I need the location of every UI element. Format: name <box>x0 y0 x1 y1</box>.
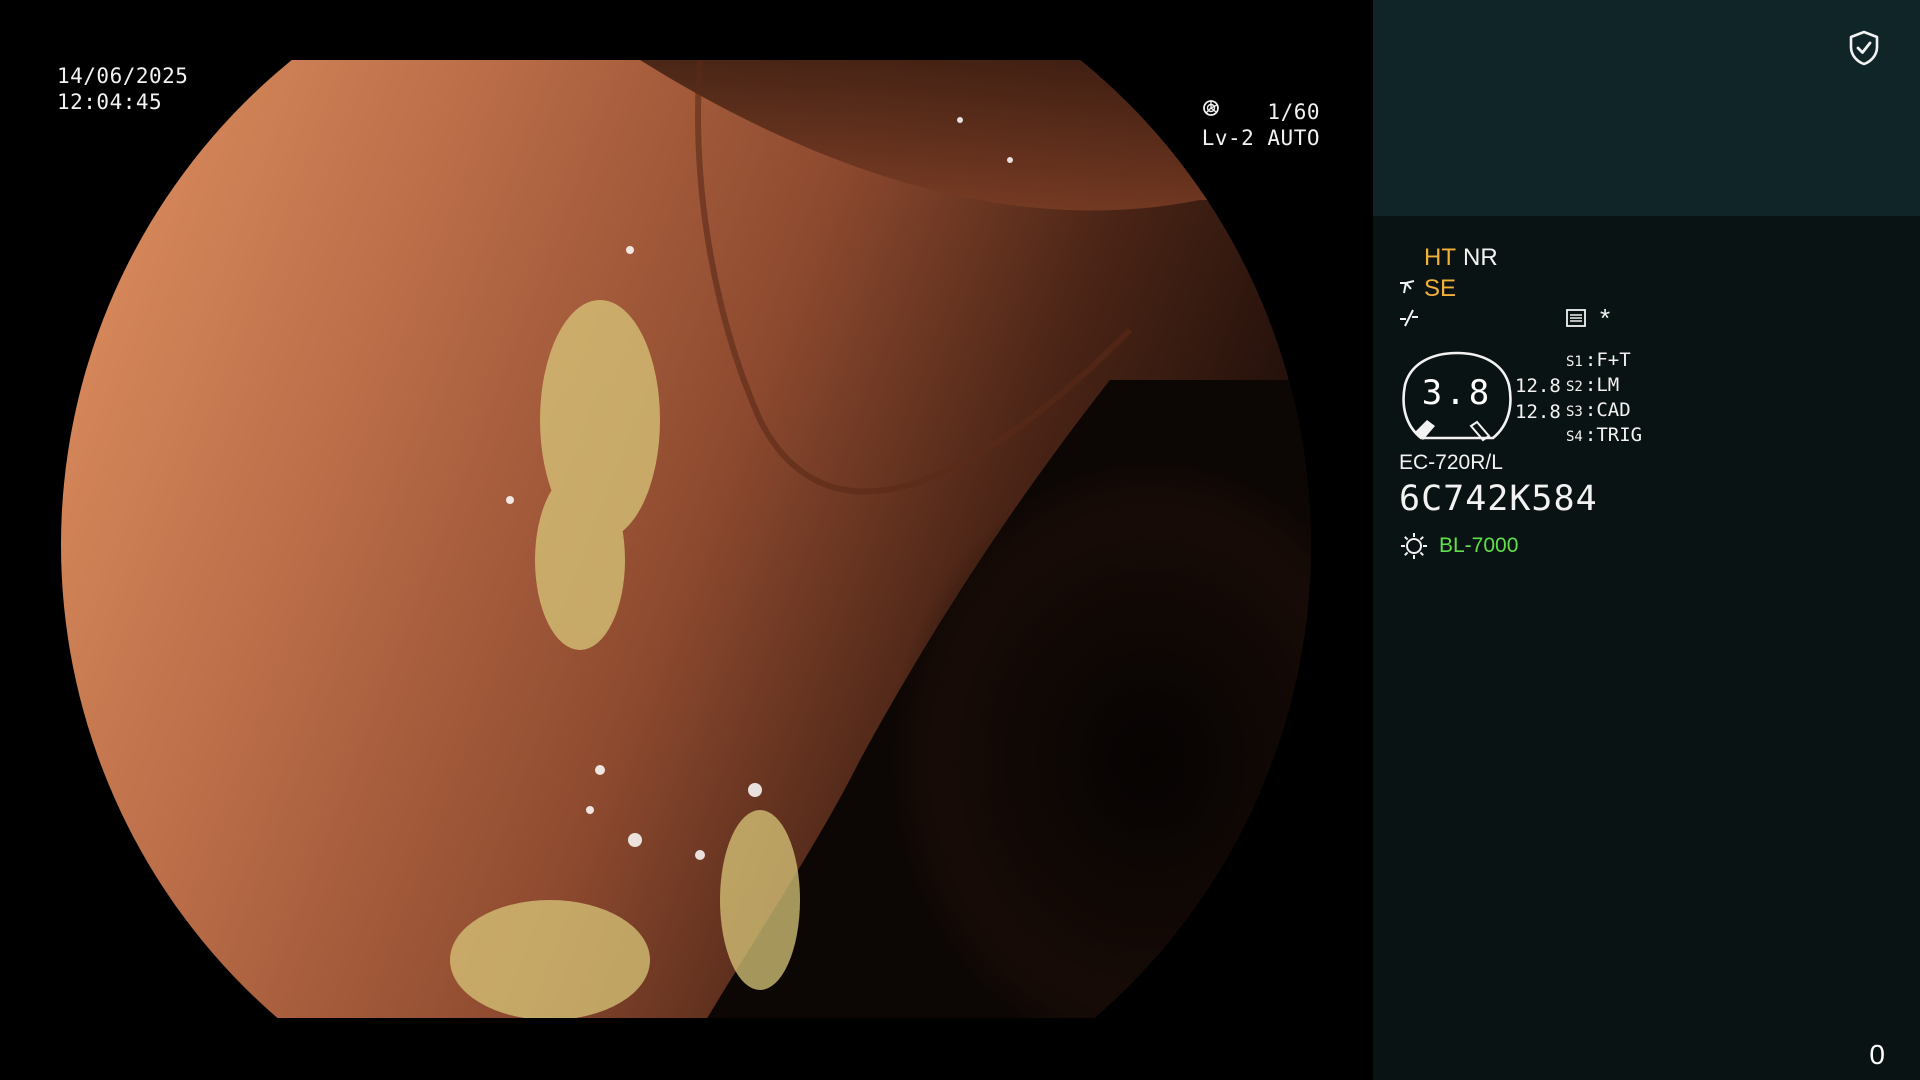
switch-s1: S1:F+T <box>1566 349 1631 371</box>
scissor-icon <box>1400 280 1415 294</box>
switch-value: CAD <box>1596 399 1631 421</box>
scope-model: EC-720R/L <box>1399 451 1503 474</box>
panel-header <box>1373 0 1920 216</box>
date-label: 14/06/2025 <box>57 64 189 88</box>
iris-row: Lv-2 AUTO <box>1201 100 1320 151</box>
exposure-overlay: 1/60 Lv-2 AUTO <box>1202 99 1320 151</box>
side-panel: HT NR SE * 3.8 12.8 12.8 S1:F+T S2:LM S3… <box>1373 0 1920 1080</box>
date-time-overlay: 14/06/2025 12:04:45 <box>57 63 188 115</box>
se-indicator: SE <box>1424 275 1457 302</box>
sun-icon <box>1401 533 1427 559</box>
scope-serial: 6C742K584 <box>1399 479 1598 519</box>
shield-check-icon[interactable] <box>1848 30 1880 66</box>
iris-icon <box>1202 100 1219 116</box>
ht-indicator: HT <box>1424 244 1456 271</box>
switch-key: S2 <box>1566 379 1583 395</box>
switch-value: F+T <box>1596 349 1631 371</box>
gauge-value: 3.8 <box>1421 373 1493 413</box>
switch-s4: S4:TRIG <box>1566 424 1643 446</box>
list-icon <box>1566 309 1586 327</box>
value-bottom: 12.8 <box>1515 401 1561 423</box>
switch-key: S1 <box>1566 354 1583 370</box>
endoscope-feed: 14/06/2025 12:04:45 1/60 Lv-2 AUTO <box>0 0 1373 1080</box>
frame-counter: 0 <box>1869 1039 1885 1070</box>
shutter-speed-label: 1/60 <box>1267 100 1320 124</box>
wave-icon <box>1400 309 1418 327</box>
time-label: 12:04:45 <box>57 90 163 114</box>
switch-value: TRIG <box>1596 424 1643 446</box>
asterisk-indicator: * <box>1600 303 1611 333</box>
value-top: 12.8 <box>1515 375 1561 397</box>
switch-key: S4 <box>1566 429 1583 445</box>
switch-value: LM <box>1596 374 1620 396</box>
switch-key: S3 <box>1566 404 1583 420</box>
nr-indicator: NR <box>1463 244 1498 271</box>
switch-s3: S3:CAD <box>1566 399 1631 421</box>
switch-s2: S2:LM <box>1566 374 1620 396</box>
light-source-label: BL-7000 <box>1439 534 1519 557</box>
iris-mode-label: Lv-2 AUTO <box>1201 126 1320 150</box>
endoscopic-image <box>61 60 1311 1018</box>
